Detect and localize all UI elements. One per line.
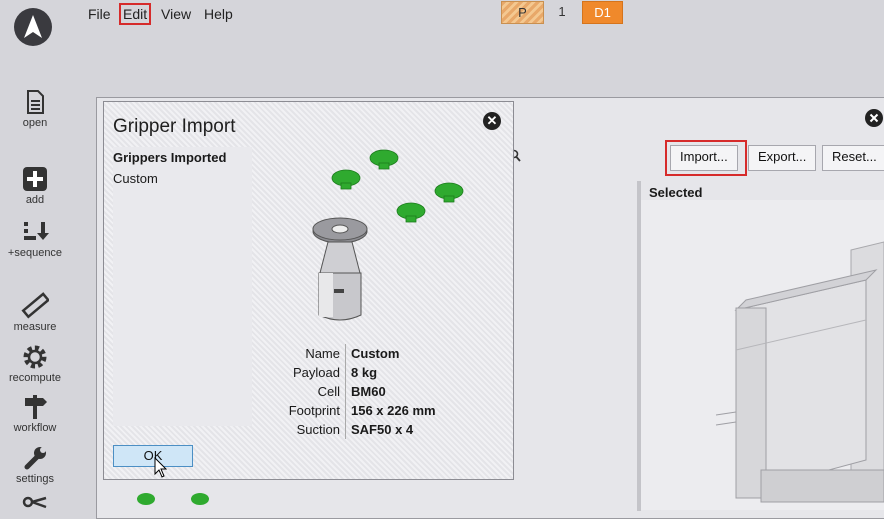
plus-square-icon: [23, 167, 47, 191]
reset-button[interactable]: Reset...: [822, 145, 884, 171]
export-button[interactable]: Export...: [748, 145, 817, 171]
gripper-thumbnail-cups: [137, 493, 209, 505]
menu-edit[interactable]: Edit: [119, 3, 152, 25]
mode-1-badge[interactable]: 1: [550, 1, 574, 22]
import-highlight: [665, 140, 747, 176]
gripper-props-keys: Name Payload Cell Footprint Suction: [258, 344, 340, 439]
gripper-list-header: Grippers Imported: [113, 150, 227, 165]
rail-workflow-label: workflow: [13, 422, 57, 434]
rail-settings-button[interactable]: settings: [0, 444, 70, 485]
rail-add-label: add: [25, 194, 45, 206]
dialog-close-icon[interactable]: ✕: [483, 112, 501, 130]
rail-sequence-button[interactable]: +sequence: [0, 218, 70, 259]
gripper-list-item[interactable]: Custom: [113, 171, 158, 186]
rail-open-label: open: [22, 117, 48, 129]
prop-name-key: Name: [305, 346, 340, 361]
mode-d1-badge[interactable]: D1: [582, 1, 623, 24]
ok-button[interactable]: OK: [113, 445, 193, 467]
menu-view[interactable]: View: [158, 5, 194, 23]
prop-payload-key: Payload: [293, 365, 340, 380]
dialog-title: Gripper Import: [113, 116, 236, 137]
rail-gripper-button[interactable]: [22, 494, 50, 513]
selected-gripper-preview[interactable]: [641, 200, 884, 510]
rail-recompute-button[interactable]: recompute: [0, 343, 70, 384]
gripper-props-values: Custom 8 kg BM60 156 x 226 mm SAF50 x 4: [351, 344, 436, 439]
prop-footprint-key: Footprint: [288, 403, 340, 418]
gear-icon: [23, 345, 47, 369]
app-logo[interactable]: [14, 8, 52, 46]
menu-file[interactable]: File: [85, 5, 114, 23]
rail-settings-label: settings: [16, 473, 54, 485]
wrench-icon: [24, 447, 46, 470]
gripper-tool-icon: [22, 496, 47, 509]
mode-p-badge[interactable]: P: [501, 1, 544, 24]
rail-measure-label: measure: [13, 321, 57, 333]
rail-sequence-label: +sequence: [7, 247, 63, 259]
rail-open-button[interactable]: open: [0, 88, 70, 129]
mouse-pointer-icon: [154, 457, 168, 478]
prop-cell-value: BM60: [351, 384, 386, 399]
sequence-icon: [24, 222, 49, 240]
panel-close-icon[interactable]: [864, 108, 884, 128]
prop-footprint-value: 156 x 226 mm: [351, 403, 436, 418]
props-separator: [345, 344, 346, 439]
selected-label: Selected: [649, 185, 703, 200]
signpost-icon: [25, 395, 47, 419]
prop-cell-key: Cell: [317, 384, 340, 399]
prop-suction-key: Suction: [296, 422, 340, 437]
menu-help[interactable]: Help: [201, 5, 236, 23]
logo-arrow-icon: [24, 15, 42, 38]
document-icon: [27, 90, 44, 114]
gripper-list[interactable]: [113, 147, 252, 426]
rail-recompute-label: recompute: [9, 372, 61, 384]
rail-measure-button[interactable]: measure: [0, 292, 70, 333]
rail-workflow-button[interactable]: workflow: [0, 393, 70, 434]
prop-suction-value: SAF50 x 4: [351, 422, 414, 437]
gripper-3d-preview[interactable]: [300, 145, 480, 325]
prop-name-value: Custom: [351, 346, 400, 361]
prop-payload-value: 8 kg: [351, 365, 378, 380]
rail-add-button[interactable]: add: [0, 165, 70, 206]
ruler-icon: [21, 292, 49, 319]
